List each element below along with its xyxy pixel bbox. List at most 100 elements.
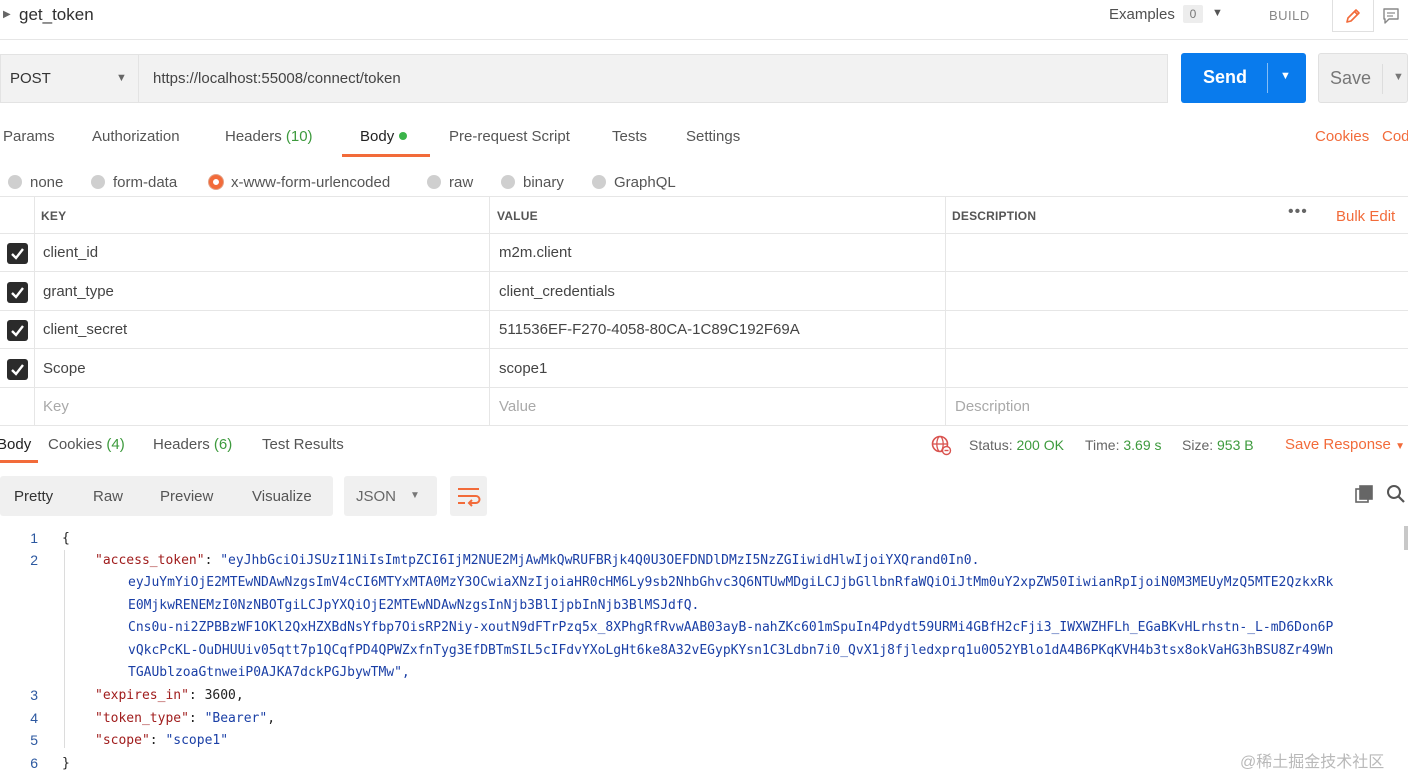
json-key: "token_type" <box>95 711 189 726</box>
param-key[interactable]: client_secret <box>43 321 127 338</box>
request-name[interactable]: get_token <box>19 5 94 25</box>
body-type-label: form-data <box>113 174 178 191</box>
body-type-label: binary <box>523 174 564 191</box>
row-checkbox[interactable] <box>7 282 28 303</box>
search-icon[interactable] <box>1386 484 1406 504</box>
param-value[interactable]: m2m.client <box>499 244 572 261</box>
save-button[interactable]: Save ▼ <box>1318 53 1408 103</box>
param-key[interactable]: Scope <box>43 360 86 377</box>
url-input[interactable]: https://localhost:55008/connect/token <box>139 54 1168 103</box>
json-key: "scope" <box>95 733 150 748</box>
status-value[interactable]: 200 OK <box>1016 437 1063 453</box>
params-table-header: KEY VALUE DESCRIPTION ••• Bulk Edit <box>0 196 1408 234</box>
chevron-down-icon: ▼ <box>116 72 127 84</box>
param-value[interactable]: client_credentials <box>499 283 615 300</box>
method-select[interactable]: POST ▼ <box>0 54 139 103</box>
chevron-down-icon[interactable]: ▼ <box>1212 7 1223 19</box>
json-key: "expires_in" <box>95 688 189 703</box>
expand-caret-icon[interactable]: ▶ <box>3 9 11 20</box>
tab-headers[interactable]: Headers (10) <box>225 128 313 145</box>
cookies-link[interactable]: Cookies <box>1315 128 1369 145</box>
format-select[interactable]: JSON ▼ <box>344 476 437 516</box>
body-type-raw[interactable]: raw <box>427 174 473 191</box>
response-tab-body[interactable]: Body <box>0 436 31 453</box>
body-type-graphql[interactable]: GraphQL <box>592 174 676 191</box>
time-value[interactable]: 3.69 s <box>1123 437 1161 453</box>
chevron-down-icon[interactable]: ▼ <box>1393 71 1404 83</box>
tab-headers-label: Headers <box>225 128 282 145</box>
new-value-input[interactable]: Value <box>499 398 536 415</box>
param-value[interactable]: scope1 <box>499 360 547 377</box>
send-label: Send <box>1203 67 1248 87</box>
response-tab-cookies-label: Cookies <box>48 436 103 453</box>
view-preview-button[interactable]: Preview <box>160 488 213 505</box>
size-label: Size: <box>1182 437 1214 453</box>
json-string: "scope1" <box>165 733 229 748</box>
globe-icon[interactable] <box>930 434 952 456</box>
tab-settings[interactable]: Settings <box>686 128 740 145</box>
json-token-continuation: E0MjkwRENEMzI0NzNBOTgiLCJpYXQiOjE2MTEwND… <box>128 598 700 613</box>
tab-params[interactable]: Params <box>3 128 55 145</box>
tab-body[interactable]: Body <box>360 128 408 145</box>
examples-count-badge: 0 <box>1183 5 1203 23</box>
row-checkbox[interactable] <box>7 243 28 264</box>
method-label: POST <box>10 70 51 87</box>
json-token-type-line: "token_type": "Bearer", <box>95 711 276 726</box>
more-options-icon[interactable]: ••• <box>1288 203 1308 221</box>
tab-pre-request-script[interactable]: Pre-request Script <box>449 128 570 145</box>
radio-icon <box>501 175 515 189</box>
edit-button[interactable] <box>1332 0 1374 32</box>
response-tab-headers-label: Headers <box>153 436 210 453</box>
tab-authorization[interactable]: Authorization <box>92 128 180 145</box>
save-response-button[interactable]: Save Response ▼ <box>1285 436 1405 453</box>
bulk-edit-link[interactable]: Bulk Edit <box>1336 208 1395 225</box>
param-value[interactable]: 511536EF-F270-4058-80CA-1C89C192F69A <box>499 321 800 338</box>
view-raw-button[interactable]: Raw <box>93 488 123 505</box>
response-tab-cookies[interactable]: Cookies (4) <box>48 436 125 453</box>
comments-button[interactable] <box>1374 0 1408 32</box>
body-type-urlencoded[interactable]: x-www-form-urlencoded <box>209 174 390 191</box>
radio-icon <box>427 175 441 189</box>
table-row: client_id m2m.client <box>0 234 1408 272</box>
param-key[interactable]: client_id <box>43 244 98 261</box>
body-type-form-data[interactable]: form-data <box>91 174 177 191</box>
chevron-down-icon[interactable]: ▼ <box>1280 70 1291 82</box>
response-tab-test-results[interactable]: Test Results <box>262 436 344 453</box>
value-column-header: VALUE <box>497 209 538 223</box>
view-visualize-button[interactable]: Visualize <box>252 488 312 505</box>
active-response-tab-underline <box>0 460 38 463</box>
status-readout: Status: 200 OK <box>969 437 1064 453</box>
line-number: 6 <box>30 755 38 771</box>
response-tab-headers[interactable]: Headers (6) <box>153 436 232 453</box>
code-link[interactable]: Cod <box>1382 128 1408 145</box>
wrap-lines-button[interactable] <box>450 476 487 516</box>
examples-button[interactable]: Examples <box>1109 6 1175 23</box>
copy-icon[interactable] <box>1354 484 1374 504</box>
response-body-code[interactable]: 1 2 3 4 5 6 { "access_token": "eyJhbGciO… <box>0 526 1408 774</box>
send-button[interactable]: Send ▼ <box>1181 53 1306 103</box>
body-type-label: raw <box>449 174 474 191</box>
response-tab-headers-count: (6) <box>213 436 233 453</box>
row-checkbox[interactable] <box>7 359 28 380</box>
body-type-binary[interactable]: binary <box>501 174 564 191</box>
tab-headers-count: (10) <box>285 128 313 145</box>
tab-tests[interactable]: Tests <box>612 128 647 145</box>
line-number: 3 <box>30 687 38 703</box>
build-button[interactable]: BUILD <box>1269 8 1310 23</box>
new-key-input[interactable]: Key <box>43 398 69 415</box>
code-scrollbar[interactable] <box>1404 526 1408 550</box>
pencil-icon <box>1346 8 1360 23</box>
line-number: 2 <box>30 552 38 568</box>
size-value[interactable]: 953 B <box>1217 437 1254 453</box>
json-open-brace: { <box>62 531 70 546</box>
row-checkbox[interactable] <box>7 320 28 341</box>
new-description-input[interactable]: Description <box>955 398 1030 415</box>
body-indicator-dot <box>399 132 408 140</box>
comment-icon <box>1383 8 1399 24</box>
body-type-none[interactable]: none <box>8 174 63 191</box>
param-key[interactable]: grant_type <box>43 283 114 300</box>
send-divider <box>1267 63 1268 93</box>
body-type-label: x-www-form-urlencoded <box>231 174 391 191</box>
view-mode-group: Pretty Raw Preview Visualize <box>0 476 333 516</box>
view-pretty-button[interactable]: Pretty <box>14 488 53 505</box>
